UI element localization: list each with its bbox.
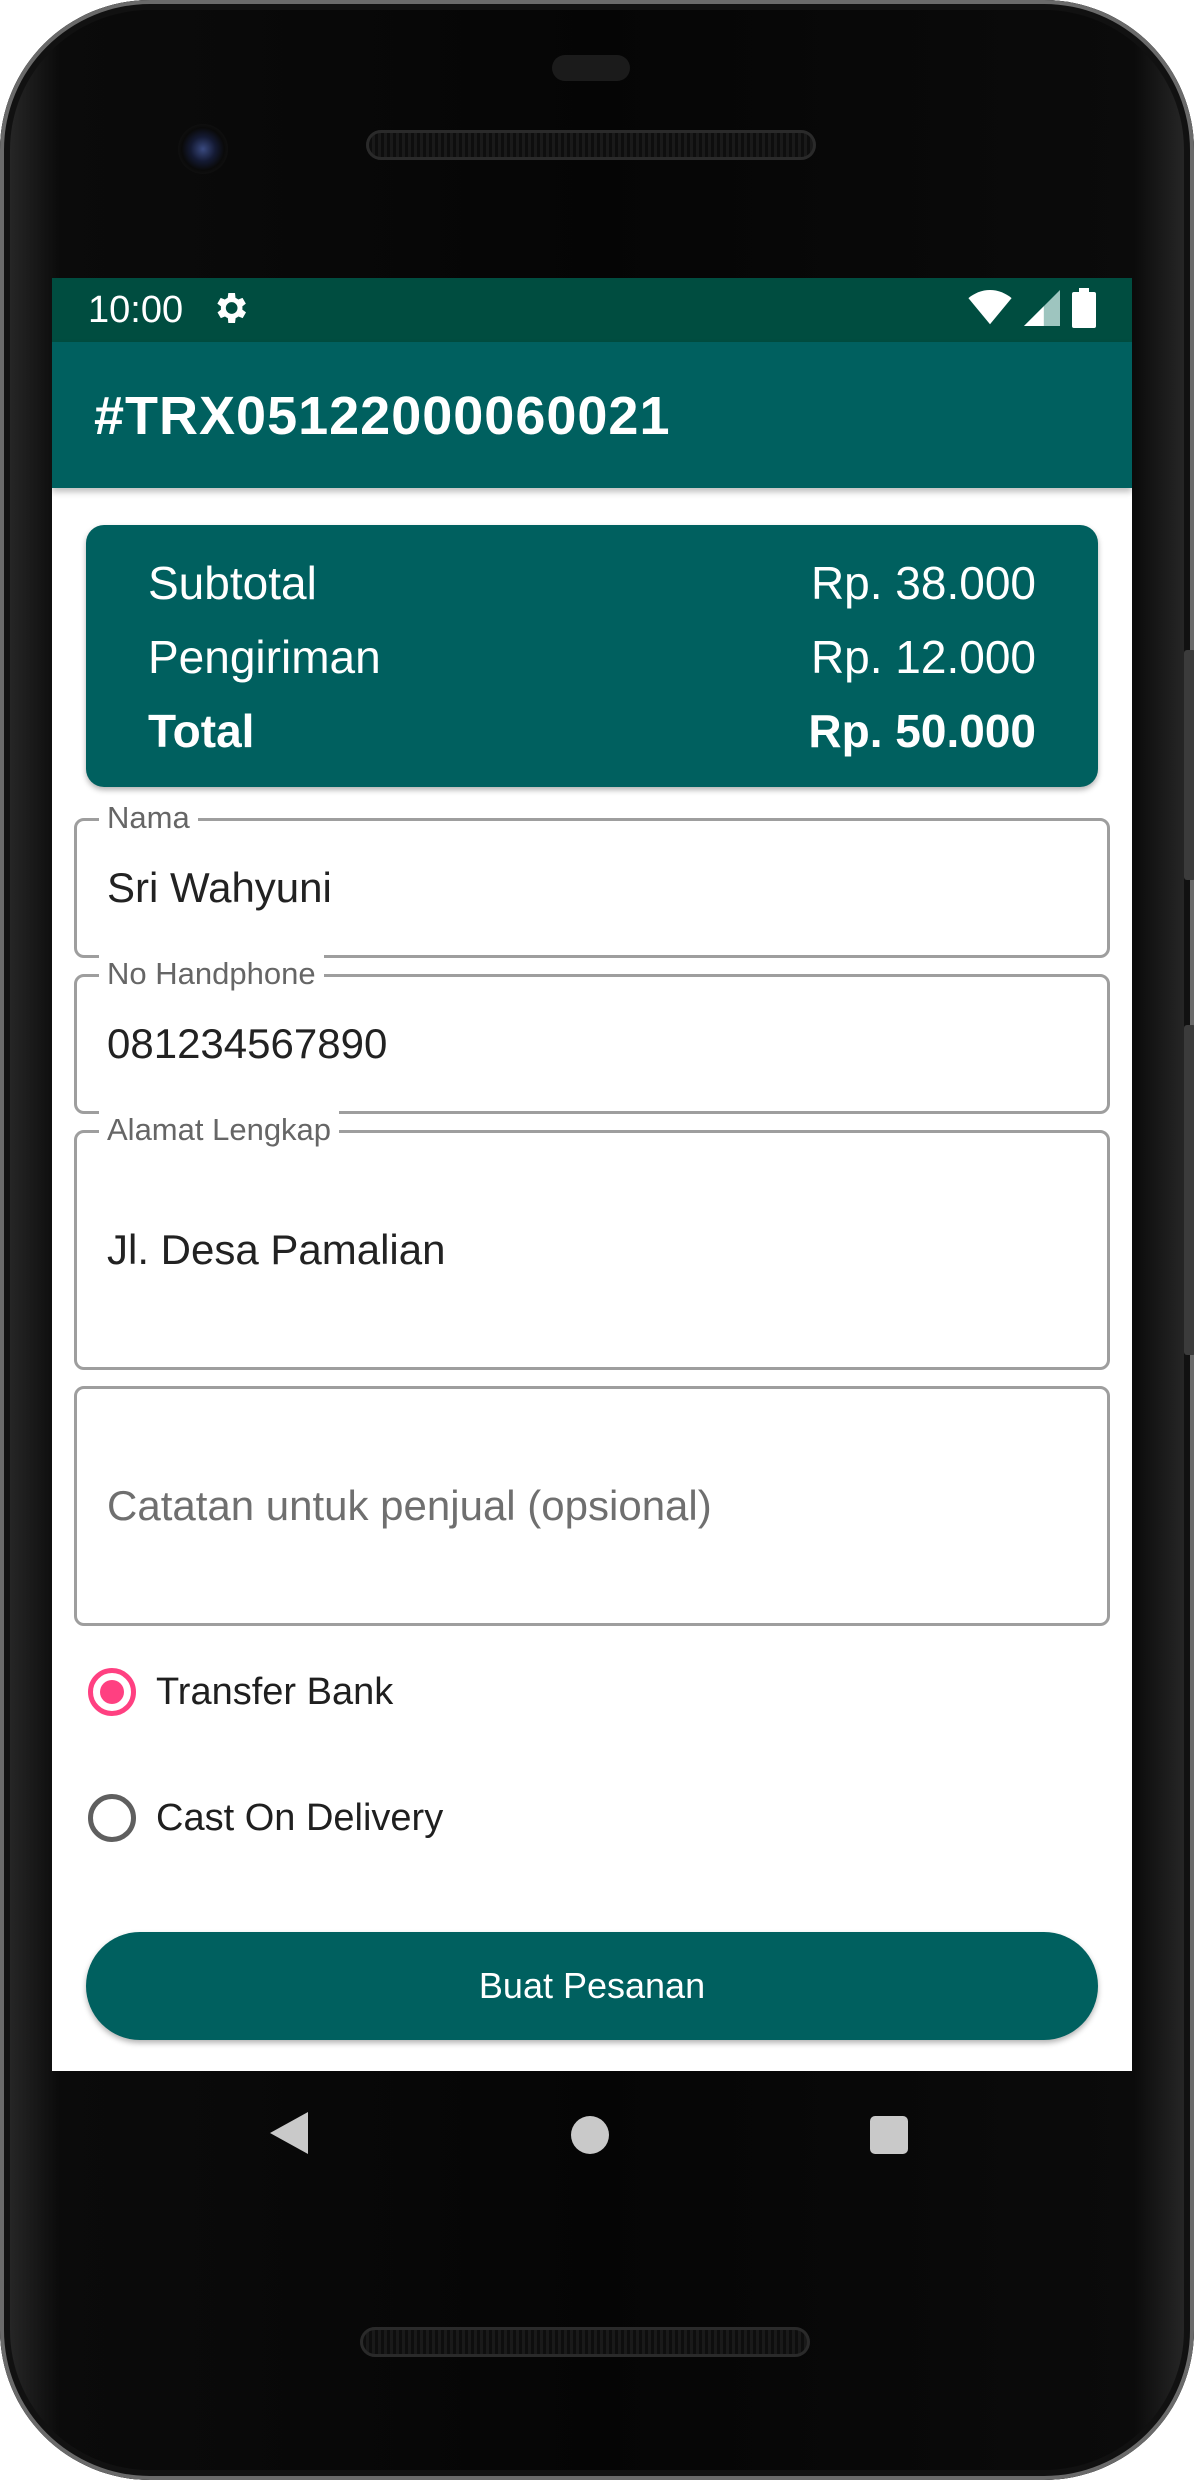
phone-field-label: No Handphone	[99, 955, 324, 993]
settings-icon	[210, 288, 250, 328]
shipping-row: Pengiriman Rp. 12.000	[148, 627, 1036, 687]
create-order-button[interactable]: Buat Pesanan	[86, 1932, 1098, 2040]
notes-field[interactable]: Catatan untuk penjual (opsional)	[74, 1386, 1110, 1626]
notes-field-placeholder[interactable]: Catatan untuk penjual (opsional)	[107, 1481, 712, 1531]
top-speaker	[366, 130, 816, 160]
sensor	[552, 55, 630, 81]
phone-field[interactable]: No Handphone 081234567890	[74, 955, 1110, 1114]
total-row: Total Rp. 50.000	[148, 701, 1036, 761]
address-field-label: Alamat Lengkap	[99, 1111, 340, 1149]
payment-option-transfer-bank[interactable]: Transfer Bank	[88, 1664, 393, 1720]
radio-unchecked-icon[interactable]	[88, 1794, 136, 1842]
shipping-label: Pengiriman	[148, 631, 381, 683]
name-field[interactable]: Nama Sri Wahyuni	[74, 799, 1110, 958]
order-summary-card: Subtotal Rp. 38.000 Pengiriman Rp. 12.00…	[86, 525, 1098, 787]
subtotal-row: Subtotal Rp. 38.000	[148, 553, 1036, 613]
phone-field-value[interactable]: 081234567890	[107, 1019, 387, 1069]
home-icon[interactable]	[571, 2116, 609, 2154]
screen: 10:00 #TRX05122000060021 Subtotal Rp. 38…	[52, 278, 1132, 2071]
payment-option-label: Cast On Delivery	[156, 1796, 444, 1839]
address-field[interactable]: Alamat Lengkap Jl. Desa Pamalian	[74, 1111, 1110, 1370]
subtotal-value: Rp. 38.000	[810, 557, 1036, 609]
total-value: Rp. 50.000	[808, 705, 1036, 757]
volume-button	[1184, 1025, 1194, 1355]
battery-icon	[1072, 288, 1096, 332]
power-button	[1184, 650, 1194, 880]
total-label: Total	[148, 705, 255, 757]
status-icons	[968, 288, 1096, 332]
phone-frame: 10:00 #TRX05122000060021 Subtotal Rp. 38…	[0, 0, 1194, 2480]
address-field-value[interactable]: Jl. Desa Pamalian	[107, 1225, 445, 1275]
status-bar: 10:00	[52, 278, 1132, 342]
bottom-speaker	[360, 2327, 810, 2357]
shipping-value: Rp. 12.000	[810, 631, 1036, 683]
payment-option-label: Transfer Bank	[156, 1670, 394, 1713]
payment-option-cod[interactable]: Cast On Delivery	[88, 1790, 443, 1846]
subtotal-label: Subtotal	[148, 557, 317, 609]
app-bar: #TRX05122000060021	[52, 342, 1132, 488]
back-icon[interactable]	[270, 2112, 308, 2154]
status-time: 10:00	[88, 289, 184, 331]
page-title: #TRX05122000060021	[94, 386, 671, 446]
front-camera	[178, 124, 228, 174]
wifi-icon	[968, 290, 1012, 330]
signal-icon	[1024, 290, 1060, 330]
name-field-value[interactable]: Sri Wahyuni	[107, 863, 332, 913]
recents-icon[interactable]	[870, 2116, 908, 2154]
name-field-label: Nama	[99, 799, 198, 837]
radio-checked-icon[interactable]	[88, 1668, 136, 1716]
